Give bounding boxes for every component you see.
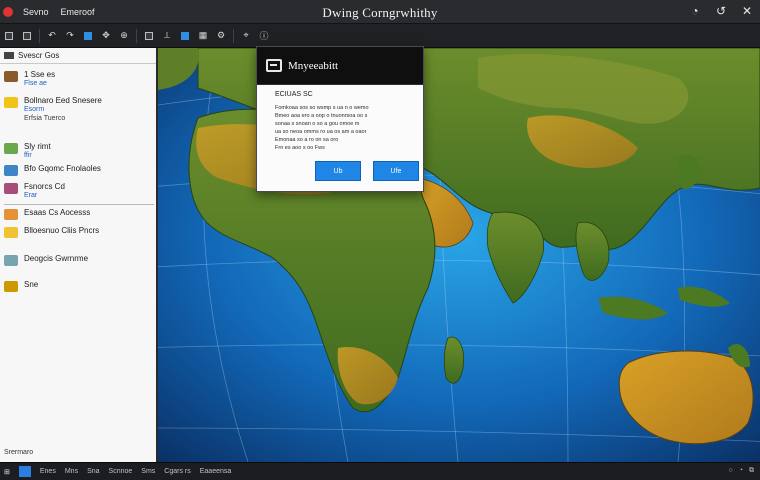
open-icon[interactable] bbox=[21, 29, 33, 43]
status-item[interactable]: Scnnoe bbox=[109, 468, 133, 475]
refresh-icon[interactable]: ↺ bbox=[714, 4, 728, 18]
grid-icon[interactable]: ▦ bbox=[197, 29, 209, 43]
map-canvas[interactable] bbox=[158, 48, 760, 462]
toolbar-divider bbox=[39, 28, 40, 43]
layers-panel-header: Svescr Gos bbox=[0, 48, 156, 64]
layers-panel: Svescr Gos 1 Sse es Flse ae Bollnaro Eed… bbox=[0, 48, 158, 462]
layer-name: Fsnorcs Cd bbox=[24, 182, 65, 191]
status-item[interactable]: Sms bbox=[141, 468, 155, 475]
dialog-text-line: Fomkoaa sos so wsmp s ua n o wemo bbox=[275, 105, 369, 111]
madagascar bbox=[443, 336, 465, 384]
layer-symbol-icon bbox=[4, 143, 18, 154]
layer-name: Bollnaro Eed Snesere bbox=[24, 96, 102, 105]
layer-name: Sne bbox=[24, 280, 39, 289]
status-item[interactable]: Cgars rs bbox=[164, 468, 190, 475]
help-icon[interactable]: ◔ bbox=[688, 4, 702, 18]
settings-icon[interactable]: ⚙ bbox=[215, 29, 227, 43]
world-map[interactable] bbox=[158, 48, 760, 462]
new-icon[interactable] bbox=[3, 29, 15, 43]
sidebar-divider bbox=[4, 204, 154, 205]
status-item[interactable]: Sna bbox=[87, 468, 99, 475]
layer-name: Sly rimt bbox=[24, 142, 51, 151]
dialog-buttons: Ub Ufe bbox=[315, 161, 419, 181]
zoom-in-icon[interactable]: ⊕ bbox=[118, 29, 130, 43]
layer-description: Erfsia Tuerco bbox=[24, 115, 66, 122]
layer-name: Esaas Cs Aocesss bbox=[24, 208, 91, 217]
map-icon[interactable] bbox=[179, 29, 191, 43]
map-status-icon[interactable] bbox=[18, 466, 31, 477]
app-logo-icon bbox=[3, 6, 13, 17]
status-item: ⊞ bbox=[4, 468, 10, 476]
layer-symbol-icon bbox=[4, 165, 18, 176]
dialog-text-line: Bmeo aoa ero a oop o tnuonrsoa oo s bbox=[275, 113, 368, 119]
title-bar: Sevno Emeroof Dwing Corngrwhithy ◔ ↺ ✕ bbox=[0, 0, 760, 24]
info-icon[interactable]: ⓘ bbox=[258, 29, 270, 43]
layer-name: Bfo Gqomc Fnolaoles bbox=[24, 164, 101, 173]
layer-symbol-icon bbox=[4, 97, 18, 108]
pan-icon[interactable]: ✥ bbox=[100, 29, 112, 43]
modal-dialog: Mnyeeabitt ECIUAS SC Fomkoaa sos so wsmp… bbox=[256, 46, 424, 192]
close-icon[interactable]: ✕ bbox=[740, 4, 754, 18]
status-right: ○ ◔ ⧉ bbox=[729, 467, 754, 475]
dialog-body: ECIUAS SC Fomkoaa sos so wsmp s ua n o w… bbox=[257, 85, 423, 152]
status-item[interactable]: Mns bbox=[65, 468, 78, 475]
menu-item-emeroof[interactable]: Emeroof bbox=[61, 7, 95, 17]
dialog-text-line: Emonaa so a ro on sa oro bbox=[275, 137, 339, 143]
layer-symbol-icon bbox=[4, 209, 18, 220]
dialog-text-line: ua so neoa omms ro ua os am a oaor bbox=[275, 129, 367, 135]
dialog-text-line: sonaa s snoan o so a gou omoe m bbox=[275, 121, 360, 127]
layer-subtitle: Esorm bbox=[24, 106, 45, 113]
layer-symbol-icon bbox=[4, 227, 18, 238]
window-icon bbox=[266, 59, 282, 72]
redo-icon[interactable]: ↷ bbox=[64, 29, 76, 43]
dialog-title: Mnyeeabitt bbox=[288, 59, 339, 72]
layer-symbol-icon bbox=[4, 281, 18, 292]
sidebar-footer: Srermaro bbox=[4, 449, 34, 456]
app-window: Sevno Emeroof Dwing Corngrwhithy ◔ ↺ ✕ ↶… bbox=[0, 0, 760, 480]
window-title: Dwing Corngrwhithy bbox=[322, 5, 438, 20]
layer-name: Deogcis Gwrnrme bbox=[24, 254, 89, 263]
layers-panel-title: Svescr Gos bbox=[18, 51, 60, 60]
globe-icon[interactable]: ○ bbox=[729, 467, 733, 475]
measure-icon[interactable]: ⌖ bbox=[240, 29, 252, 43]
dialog-heading: ECIUAS SC bbox=[275, 91, 313, 98]
toolbar-divider bbox=[136, 28, 137, 43]
undo-icon[interactable]: ↶ bbox=[46, 29, 58, 43]
clock-icon[interactable]: ◔ bbox=[739, 467, 743, 475]
window-icon[interactable]: ⧉ bbox=[749, 467, 754, 475]
select-icon[interactable] bbox=[82, 29, 94, 43]
ruler-icon[interactable]: ⟂ bbox=[161, 29, 173, 43]
layer-symbol-icon bbox=[4, 183, 18, 194]
layer-symbol-icon bbox=[4, 71, 18, 82]
menu-item-sevno[interactable]: Sevno bbox=[23, 7, 49, 17]
dialog-text-line: Frn es aoo s oo Fws bbox=[275, 145, 325, 151]
window-controls: ◔ ↺ ✕ bbox=[688, 4, 754, 18]
layer-subtitle: Erar bbox=[24, 192, 38, 199]
layer-name: Blloesnuo Cliis Pncrs bbox=[24, 226, 100, 235]
layers-icon[interactable] bbox=[143, 29, 155, 43]
layer-subtitle: ffir bbox=[24, 152, 32, 159]
status-bar: ⊞ Enes Mns Sna Scnnoe Sms Cgars rs Eaaee… bbox=[0, 462, 760, 480]
layers-icon bbox=[4, 52, 14, 59]
status-item[interactable]: Eaaeensa bbox=[200, 468, 232, 475]
toolbar-divider bbox=[233, 28, 234, 43]
cancel-button[interactable]: Ufe bbox=[373, 161, 419, 181]
layer-symbol-icon bbox=[4, 255, 18, 266]
status-item[interactable]: Enes bbox=[40, 468, 56, 475]
layer-name: 1 Sse es bbox=[24, 70, 56, 79]
menu-bar: Sevno Emeroof bbox=[23, 7, 107, 17]
ok-button[interactable]: Ub bbox=[315, 161, 361, 181]
dialog-header: Mnyeeabitt bbox=[257, 47, 423, 85]
layer-subtitle: Flse ae bbox=[24, 80, 47, 87]
main-toolbar: ↶ ↷ ✥ ⊕ ⟂ ▦ ⚙ ⌖ ⓘ bbox=[0, 24, 760, 48]
